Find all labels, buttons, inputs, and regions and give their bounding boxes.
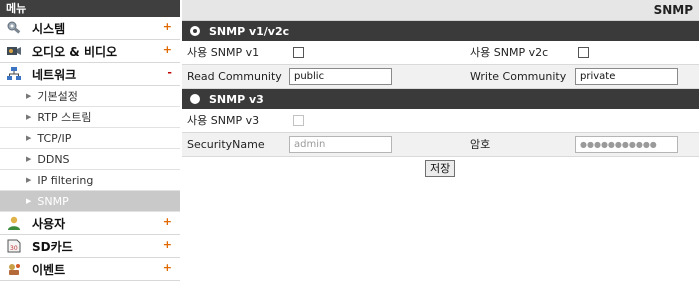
sidebar-item-audio-video[interactable]: 오디오 & 비디오 + [0,40,180,63]
expand-icon[interactable]: + [163,261,172,274]
tools-icon [6,20,22,36]
sidebar-subitem-label: RTP 스트림 [37,111,92,124]
sidebar-subitem-label: TCP/IP [37,131,72,145]
expand-icon[interactable]: + [163,20,172,33]
sidebar-item-network[interactable]: 네트워크 - [0,63,180,86]
page-title: SNMP [182,0,699,21]
sidebar-item-label: SD카드 [32,239,73,254]
sidebar-header: 메뉴 [0,0,180,17]
sidebar-item-label: 이벤트 [32,262,66,277]
save-row: 저장 [182,157,699,181]
sidebar-subitem-tcp-ip[interactable]: ▶ TCP/IP [0,128,180,149]
sidebar-subitem-label: IP filtering [37,173,94,187]
password-label: 암호 [470,138,491,151]
sidebar-item-label: 오디오 & 비디오 [32,44,118,59]
arrow-right-icon: ▶ [26,113,32,121]
sd-card-icon: 30 [6,238,22,254]
sidebar-subitem-ip-filtering[interactable]: ▶ IP filtering [0,170,180,191]
network-icon [6,66,22,82]
svg-text:30: 30 [10,245,18,252]
sidebar-subitem-label: DDNS [37,152,70,166]
write-community-label: Write Community [470,70,567,83]
arrow-right-icon: ▶ [26,197,32,205]
row-security: SecurityName 암호 [182,133,699,157]
section-snmp-v3[interactable]: SNMP v3 [182,89,699,109]
security-name-input[interactable] [289,136,392,153]
sidebar-subitem-basic-settings[interactable]: ▶ 기본설정 [0,86,180,107]
sidebar-subitem-ddns[interactable]: ▶ DDNS [0,149,180,170]
radio-snmp-v3[interactable] [190,94,200,104]
use-snmp-v1-label: 사용 SNMP v1 [187,46,260,59]
sidebar-subitem-snmp[interactable]: ▶ SNMP [0,191,180,212]
use-snmp-v3-checkbox[interactable] [293,115,304,126]
sidebar-item-label: 시스템 [32,21,66,36]
arrow-right-icon: ▶ [26,134,32,142]
sidebar-item-label: 사용자 [32,216,66,231]
arrow-right-icon: ▶ [26,176,32,184]
main-panel: SNMP SNMP v1/v2c 사용 SNMP v1 사용 SNMP v2c … [182,0,699,293]
radio-snmp-v1v2c[interactable] [190,26,200,36]
security-name-label: SecurityName [187,138,265,151]
sidebar-item-sd-card[interactable]: 30 SD카드 + [0,235,180,258]
sidebar-subitem-label: 기본설정 [37,90,78,103]
expand-icon[interactable]: + [163,43,172,56]
expand-icon[interactable]: + [163,238,172,251]
section-label: SNMP v1/v2c [209,24,290,38]
row-use-snmp-v3: 사용 SNMP v3 [182,109,699,133]
sidebar-item-label: 네트워크 [32,67,77,82]
sidebar-item-user[interactable]: 사용자 + [0,212,180,235]
user-icon [6,215,22,231]
password-input[interactable] [575,136,678,153]
row-community: Read Community Write Community [182,65,699,89]
expand-icon[interactable]: + [163,215,172,228]
read-community-label: Read Community [187,70,282,83]
use-snmp-v2c-checkbox[interactable] [578,47,589,58]
section-snmp-v1v2c[interactable]: SNMP v1/v2c [182,21,699,41]
arrow-right-icon: ▶ [26,92,32,100]
sidebar: 메뉴 시스템 + 오디오 & 비디오 + 네트워크 - ▶ 기본설정 ▶ RTP… [0,0,180,293]
sidebar-subitem-rtp-stream[interactable]: ▶ RTP 스트림 [0,107,180,128]
sidebar-item-event[interactable]: 이벤트 + [0,258,180,281]
collapse-icon[interactable]: - [167,66,172,79]
event-icon [6,261,22,277]
arrow-right-icon: ▶ [26,155,32,163]
write-community-input[interactable] [575,68,678,85]
sidebar-subitem-label: SNMP [37,194,69,208]
section-label: SNMP v3 [209,92,264,106]
sidebar-item-system[interactable]: 시스템 + [0,17,180,40]
camera-icon [6,43,22,59]
save-button[interactable]: 저장 [425,160,456,177]
read-community-input[interactable] [289,68,392,85]
use-snmp-v2c-label: 사용 SNMP v2c [470,46,549,59]
use-snmp-v1-checkbox[interactable] [293,47,304,58]
row-use-snmp: 사용 SNMP v1 사용 SNMP v2c [182,41,699,65]
use-snmp-v3-label: 사용 SNMP v3 [187,114,260,127]
